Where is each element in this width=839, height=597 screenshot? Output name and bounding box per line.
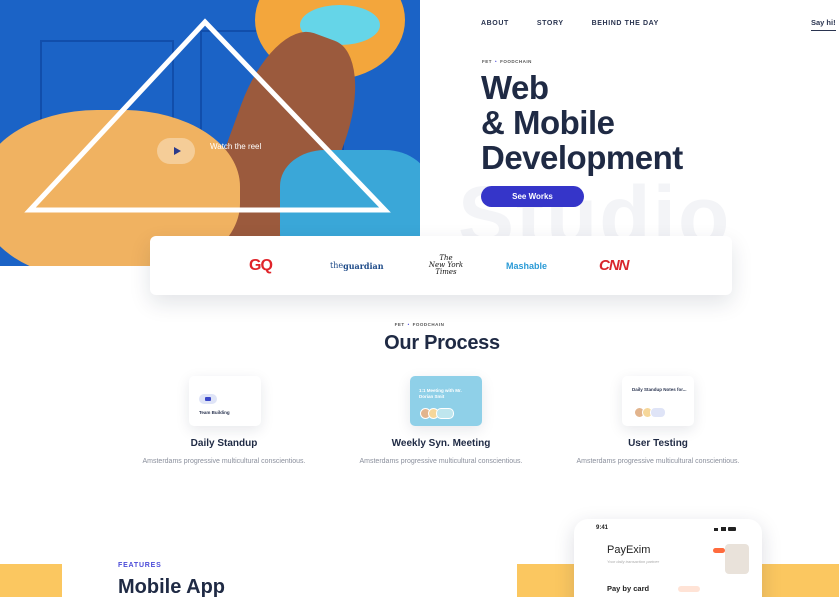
process-card-image: Daily Standup Notes for... bbox=[622, 376, 694, 426]
profile-photo bbox=[725, 544, 749, 574]
breadcrumb: FET • FOODCHAIN bbox=[482, 59, 532, 64]
top-nav: ABOUT STORY BEHIND THE DAY bbox=[481, 20, 659, 27]
avatar-count bbox=[650, 407, 666, 418]
nav-item-story[interactable]: STORY bbox=[537, 20, 564, 27]
nyt-logo: The New York Times bbox=[427, 236, 465, 295]
mashable-logo: Mashable bbox=[506, 260, 548, 271]
phone-mockup: 9:41 PayExim Your daily transaction part… bbox=[574, 519, 762, 597]
hero-heading: Web & Mobile Development bbox=[481, 70, 683, 175]
breadcrumb-right: FOODCHAIN bbox=[412, 322, 445, 327]
breadcrumb-left: FET bbox=[394, 322, 405, 327]
card-mini-text: Daily Standup Notes for... bbox=[632, 387, 687, 392]
process-step-title: Weekly Syn. Meeting bbox=[391, 438, 491, 449]
play-button[interactable] bbox=[157, 138, 195, 164]
say-hi-link[interactable]: Say hi! bbox=[811, 18, 836, 31]
process-step: User Testing Amsterdams progressive mult… bbox=[558, 438, 758, 467]
breadcrumb-left: FET bbox=[482, 59, 492, 64]
guardian-name: guardian bbox=[343, 260, 384, 271]
watch-reel-label[interactable]: Watch the reel bbox=[210, 142, 270, 152]
nyt-line: Times bbox=[435, 268, 457, 276]
features-title: Mobile App bbox=[118, 576, 226, 597]
card-mini-text: Team Building bbox=[199, 410, 230, 415]
card-mini-text: 1:1 Meeting with Mr. Dorian Smit bbox=[419, 388, 462, 399]
guardian-prefix: the bbox=[330, 261, 344, 270]
pay-by-card-label: Pay by card bbox=[607, 584, 650, 593]
process-card-image: Team Building bbox=[189, 376, 261, 426]
heading-line: & Mobile bbox=[481, 104, 615, 141]
cnn-logo: CNN bbox=[599, 257, 629, 274]
play-icon bbox=[173, 147, 181, 155]
process-card-image: 1:1 Meeting with Mr. Dorian Smit bbox=[410, 376, 482, 426]
decor-block bbox=[0, 564, 62, 597]
process-step-desc: Amsterdams progressive multicultural con… bbox=[142, 458, 306, 465]
status-badge bbox=[678, 586, 700, 592]
process-step-desc: Amsterdams progressive multicultural con… bbox=[359, 458, 523, 465]
process-step-title: User Testing bbox=[628, 438, 688, 449]
heading-line: Development bbox=[481, 139, 683, 176]
heading-line: Web bbox=[481, 69, 549, 106]
toggle-icon bbox=[713, 548, 725, 553]
guardian-logo: the guardian bbox=[330, 236, 384, 295]
signal-battery-icon bbox=[714, 527, 736, 531]
process-step-desc: Amsterdams progressive multicultural con… bbox=[576, 458, 740, 465]
see-works-button[interactable]: See Works bbox=[481, 186, 584, 207]
page: Watch the reel ABOUT STORY BEHIND THE DA… bbox=[0, 0, 839, 597]
hero-artwork: Watch the reel bbox=[0, 0, 420, 266]
nav-item-about[interactable]: ABOUT bbox=[481, 20, 509, 27]
triangle-outline bbox=[24, 18, 391, 213]
phone-brand: PayExim bbox=[607, 544, 651, 556]
breadcrumb-separator-icon: • bbox=[407, 322, 410, 327]
process-step: Daily Standup Amsterdams progressive mul… bbox=[124, 438, 324, 467]
gq-logo: GQ bbox=[249, 256, 273, 274]
avatar-count bbox=[436, 408, 454, 419]
features-eyebrow: FEATURES bbox=[118, 562, 162, 569]
phone-subtitle: Your daily transaction partner bbox=[607, 559, 660, 564]
process-breadcrumb: FET • FOODCHAIN bbox=[0, 322, 839, 327]
breadcrumb-separator-icon: • bbox=[495, 59, 498, 64]
process-step: Weekly Syn. Meeting Amsterdams progressi… bbox=[341, 438, 541, 467]
process-step-title: Daily Standup bbox=[190, 438, 258, 449]
process-title: Our Process bbox=[384, 332, 500, 354]
team-icon bbox=[199, 394, 217, 404]
breadcrumb-right: FOODCHAIN bbox=[500, 59, 532, 64]
nav-item-behind-the-day[interactable]: BEHIND THE DAY bbox=[592, 20, 659, 27]
press-logo-bar: GQ the guardian The New York Times Mashable… bbox=[150, 236, 732, 295]
phone-time: 9:41 bbox=[596, 525, 609, 531]
